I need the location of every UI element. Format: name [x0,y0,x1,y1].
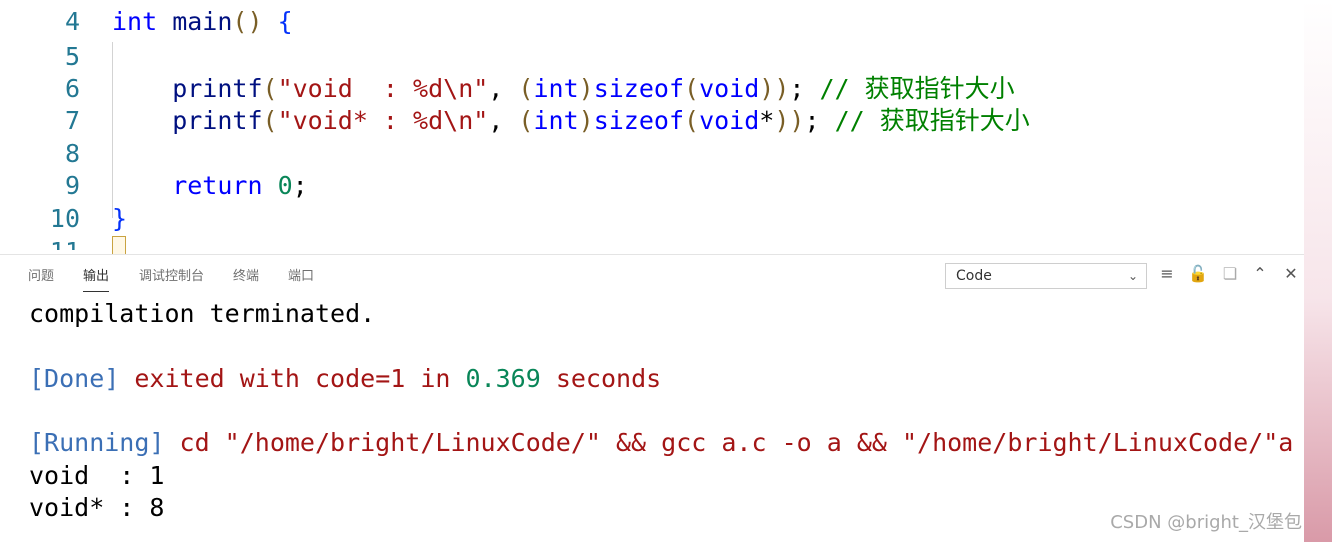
code-token: ( [518,106,534,135]
output-token: in [405,364,466,393]
code-token: )) [759,74,790,103]
output-line: [Running] cd "/home/bright/LinuxCode/" &… [29,427,1293,459]
line-number: 8 [64,139,80,168]
tab-terminal[interactable]: 终端 [233,265,259,284]
code-token: return [112,171,263,200]
code-token: ( [684,74,700,103]
code-token: ( [684,106,700,135]
chevron-up-icon[interactable]: ⌃ [1250,264,1270,284]
code-token: int [112,7,158,36]
code-token: { [262,7,293,36]
code-text: printf("void : %d\n", (int)sizeof(void))… [112,73,1015,105]
code-token: // 获取指针大小 [834,106,1030,135]
code-token: ; [789,74,820,103]
code-token: ( [262,106,278,135]
copy-icon[interactable]: ❏ [1220,264,1240,284]
code-token: int [533,106,579,135]
output-line: void : 1 [29,460,164,492]
code-line[interactable]: 8 [0,138,1304,170]
output-token: [Done] [29,364,120,393]
code-token: ( [262,74,278,103]
code-token: , [488,74,519,103]
line-number: 6 [64,74,80,103]
output-channel-value: Code [956,268,992,284]
tab-output[interactable]: 输出 [83,265,110,292]
code-line[interactable]: 6 printf("void : %d\n", (int)sizeof(void… [0,73,1304,105]
code-token: printf [112,106,263,135]
code-token: ) [578,74,594,103]
code-editor[interactable]: 4 int main() {5 6 printf("void : %d\n", (i… [0,0,1304,254]
text-cursor [112,236,126,254]
list-filter-icon[interactable]: ≡ [1157,264,1177,284]
code-token: "void : %d\n" [277,74,489,103]
line-number: 7 [64,106,80,135]
output-token: [Running] [29,428,165,457]
tab-problems[interactable]: 问题 [28,265,54,284]
code-line[interactable]: 5 [0,41,1304,73]
code-token: )) [774,106,805,135]
code-token: sizeof [593,106,684,135]
output-line: compilation terminated. [29,298,375,330]
watermark: CSDN @bright_汉堡包 [1110,512,1302,533]
desktop-background-edge [1304,0,1332,542]
output-token: 0.369 [465,364,541,393]
code-token: ; [292,171,308,200]
code-line[interactable]: 10} [0,203,1304,235]
code-text: int main() { [112,6,293,38]
code-token: * [759,106,775,135]
output-token: seconds [540,364,662,393]
output-token: cd "/home/bright/LinuxCode/" && gcc a.c … [164,428,1294,457]
code-line[interactable]: 4 int main() { [0,6,1304,38]
code-token: void [699,106,760,135]
code-token: main [157,7,233,36]
output-token: void : 1 [29,461,165,490]
code-token: , [488,106,519,135]
code-token: } [112,204,128,233]
code-token: // 获取指针大小 [819,74,1015,103]
code-line[interactable]: 9 return 0; [0,170,1304,202]
code-text: printf("void* : %d\n", (int)sizeof(void*… [112,105,1030,137]
code-text: } [112,203,127,235]
code-token: sizeof [593,74,684,103]
code-token: printf [112,74,263,103]
code-line[interactable]: 7 printf("void* : %d\n", (int)sizeof(voi… [0,105,1304,137]
code-token: ( [518,74,534,103]
code-token: 0 [277,171,293,200]
output-line: [Done] exited with code=1 in 0.369 secon… [29,363,661,395]
line-number: 11 [20,236,80,250]
code-token: ; [804,106,835,135]
tab-debug-console[interactable]: 调试控制台 [139,265,204,284]
line-number: 10 [49,204,80,233]
output-token: compilation terminated. [29,299,376,328]
code-text: return 0; [112,170,308,202]
output-token: exited with [119,364,315,393]
code-line[interactable]: 11 [0,236,1304,250]
line-number: 4 [64,7,80,36]
chevron-down-icon: ⌄ [1127,269,1138,283]
output-panel[interactable]: compilation terminated. [Done] exited wit… [0,296,1304,542]
code-token: ) [578,106,594,135]
code-token: void [699,74,760,103]
output-token: void* : 8 [29,493,165,522]
code-token: int [533,74,579,103]
output-token: code=1 [314,364,406,393]
tab-ports[interactable]: 端口 [288,265,314,284]
line-number: 9 [64,171,80,200]
line-number: 5 [64,42,80,71]
output-channel-select[interactable]: Code ⌄ [945,263,1147,289]
close-icon[interactable]: ✕ [1281,264,1301,284]
code-token: "void* : %d\n" [277,106,489,135]
code-token: () [232,7,263,36]
output-line: void* : 8 [29,492,164,524]
lock-icon[interactable]: 🔓 [1188,264,1208,284]
